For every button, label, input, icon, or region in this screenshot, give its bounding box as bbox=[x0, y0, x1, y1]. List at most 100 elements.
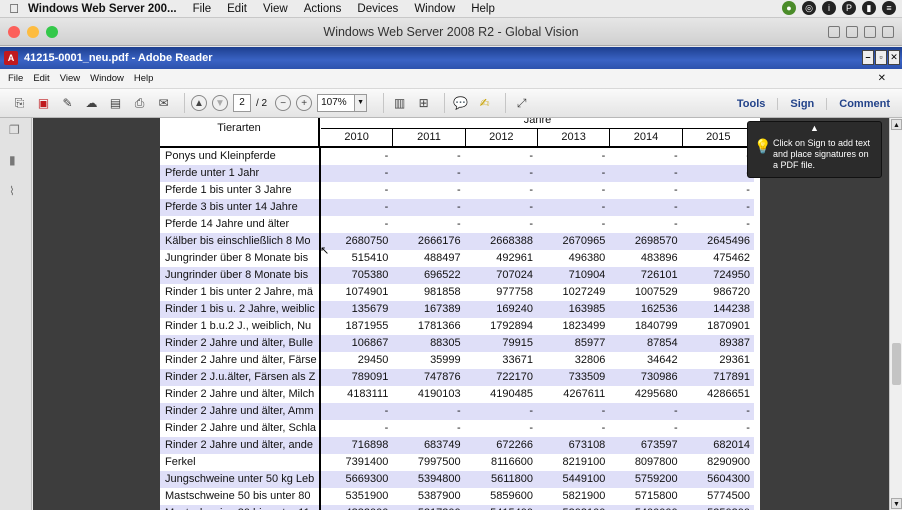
mac-menu-devices[interactable]: Devices bbox=[357, 3, 398, 15]
cell-value: - bbox=[601, 150, 606, 162]
info-icon[interactable]: i bbox=[822, 1, 836, 15]
reader-restore-button[interactable]: ▫ bbox=[875, 50, 887, 65]
cell-value: - bbox=[746, 218, 750, 230]
cell-value: 986720 bbox=[713, 286, 750, 298]
attachments-icon[interactable]: ⌇ bbox=[9, 184, 23, 200]
cell-value: 5774500 bbox=[707, 490, 750, 502]
scrollbar-thumb[interactable] bbox=[892, 343, 901, 385]
mac-menu-help[interactable]: Help bbox=[471, 3, 495, 15]
cell-value: 5759200 bbox=[609, 471, 682, 488]
email-icon[interactable]: ✉ bbox=[154, 94, 173, 112]
cell-value: 730986 bbox=[609, 369, 682, 386]
minimize-window-button[interactable] bbox=[27, 26, 39, 38]
reader-menu-edit[interactable]: Edit bbox=[33, 73, 49, 84]
cell-value: 1871955 bbox=[345, 320, 389, 332]
cell-value: - bbox=[384, 422, 389, 434]
row-label: Ponys und Kleinpferde bbox=[160, 148, 321, 165]
cell-value: 492961 bbox=[496, 252, 533, 264]
mac-menu-file[interactable]: File bbox=[193, 3, 212, 15]
year-header: 2013 bbox=[536, 129, 609, 146]
row-label: Pferde unter 1 Jahr bbox=[160, 165, 321, 182]
cell-value: 2666176 bbox=[392, 233, 465, 250]
scroll-up-icon[interactable]: ▲ bbox=[891, 119, 902, 130]
cell-value: 35999 bbox=[430, 354, 461, 366]
cell-value: - bbox=[456, 184, 461, 196]
cell-value: 683749 bbox=[392, 437, 465, 454]
table-row: Rinder 1 bis unter 2 Jahre, mä 1074901 981… bbox=[160, 284, 754, 301]
zoom-window-button[interactable] bbox=[46, 26, 58, 38]
next-page-icon[interactable]: ▼ bbox=[212, 95, 228, 111]
cell-value: - bbox=[392, 199, 465, 216]
apple-icon[interactable]:  bbox=[0, 1, 28, 16]
reader-menu-file[interactable]: File bbox=[8, 73, 23, 84]
full-screen-icon[interactable]: ⤢ bbox=[512, 94, 531, 112]
cell-value: 4267611 bbox=[563, 388, 606, 400]
vertical-scrollbar[interactable]: ▲ ▼ bbox=[889, 118, 902, 510]
mac-menu-window[interactable]: Window bbox=[414, 3, 455, 15]
settings-icon[interactable] bbox=[864, 26, 876, 38]
cell-value: - bbox=[673, 184, 678, 196]
reader-menu-view[interactable]: View bbox=[60, 73, 80, 84]
create-icon[interactable]: ⎘ bbox=[10, 94, 29, 112]
bookmarks-icon[interactable]: ▮ bbox=[9, 153, 23, 169]
usb-icon[interactable] bbox=[846, 26, 858, 38]
p-icon[interactable]: P bbox=[842, 1, 856, 15]
reader-close-button[interactable]: ✕ bbox=[888, 50, 900, 65]
cell-value: 1792894 bbox=[490, 320, 533, 332]
cell-value: 135679 bbox=[320, 301, 393, 318]
reader-menu-window[interactable]: Window bbox=[90, 73, 124, 84]
cell-value: 8290900 bbox=[707, 456, 750, 468]
app-name[interactable]: Windows Web Server 200... bbox=[28, 3, 177, 15]
table-row: Pferde unter 1 Jahr------ bbox=[160, 165, 754, 182]
highlight-icon[interactable]: ✍ bbox=[475, 94, 494, 112]
fit-page-icon[interactable]: ▥ bbox=[390, 94, 409, 112]
comment-tab[interactable]: Comment bbox=[826, 97, 902, 110]
cell-value: - bbox=[456, 422, 461, 434]
close-document-icon[interactable]: ✕ bbox=[878, 73, 886, 84]
page-number-input[interactable]: 2 bbox=[233, 94, 251, 112]
zoom-in-icon[interactable]: + bbox=[296, 95, 313, 111]
table-row: Rinder 1 b.u.2 J., weiblich, Nu 1871955 17… bbox=[160, 318, 754, 335]
zoom-dropdown-icon[interactable]: ▼ bbox=[355, 94, 368, 112]
keyboard-icon[interactable] bbox=[828, 26, 840, 38]
cell-value: 5394800 bbox=[392, 471, 465, 488]
reader-window-buttons: – ▫ ✕ bbox=[862, 50, 900, 65]
toolbar-separator bbox=[444, 93, 446, 113]
sign-tab[interactable]: Sign bbox=[777, 97, 826, 110]
row-label: Kälber bis einschließlich 8 Mo bbox=[160, 233, 321, 250]
print-icon[interactable]: ⎙ bbox=[130, 94, 149, 112]
tools-tab[interactable]: Tools bbox=[725, 98, 778, 110]
year-headers: 2010 2011 2012 2013 2014 2015 bbox=[321, 128, 754, 146]
zoom-level-input[interactable]: 107% bbox=[317, 94, 356, 112]
status-icon[interactable]: ● bbox=[782, 1, 796, 15]
scroll-down-icon[interactable]: ▼ bbox=[891, 498, 902, 509]
fit-width-icon[interactable]: ⊞ bbox=[414, 94, 433, 112]
page-thumbnails-icon[interactable]: ❐ bbox=[9, 123, 23, 139]
reader-minimize-button[interactable]: – bbox=[862, 50, 874, 65]
cell-value: 716898 bbox=[320, 437, 393, 454]
cell-value: 726101 bbox=[609, 267, 682, 284]
save-icon[interactable]: ▤ bbox=[106, 94, 125, 112]
creative-cloud-icon[interactable]: ◎ bbox=[802, 1, 816, 15]
zoom-out-icon[interactable]: − bbox=[275, 95, 292, 111]
mac-menu-edit[interactable]: Edit bbox=[227, 3, 247, 15]
cell-value: 1870901 bbox=[707, 320, 750, 332]
column-header-tierarten: Tierarten bbox=[160, 118, 320, 146]
edit-pdf-icon[interactable]: ✎ bbox=[58, 94, 77, 112]
close-window-button[interactable] bbox=[8, 26, 20, 38]
cell-value: - bbox=[529, 184, 533, 196]
mac-menu-actions[interactable]: Actions bbox=[304, 3, 342, 15]
mac-menu-view[interactable]: View bbox=[263, 3, 288, 15]
reader-menu-help[interactable]: Help bbox=[134, 73, 154, 84]
list-icon[interactable]: ≡ bbox=[882, 1, 896, 15]
create-pdf-icon[interactable]: ▣ bbox=[34, 94, 53, 112]
cloud-upload-icon[interactable]: ☁ bbox=[82, 94, 101, 112]
cell-value: - bbox=[536, 165, 610, 182]
expand-icon[interactable] bbox=[882, 26, 894, 38]
cell-value: 4882000 bbox=[320, 505, 393, 510]
battery-icon[interactable]: ▮ bbox=[862, 1, 876, 15]
comment-bubble-icon[interactable]: 💬 bbox=[451, 94, 470, 112]
previous-page-icon[interactable]: ▲ bbox=[191, 95, 207, 111]
cell-value: 673108 bbox=[536, 437, 610, 454]
cell-value: 5387900 bbox=[417, 490, 461, 502]
